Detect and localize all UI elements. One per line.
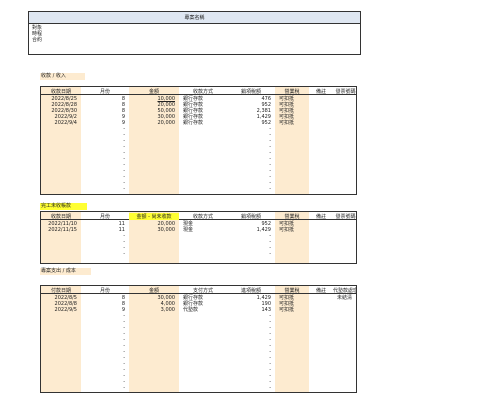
expense-header-row: 付款日期 月份 金額 支付方式 進項稅額 營業稅 備註 代墊款處理 xyxy=(41,286,356,294)
income-cell-method: 銀行存款 xyxy=(183,120,204,126)
income-header-cell: 備註 xyxy=(315,89,326,95)
unbilled-cell-amount: 30,000 xyxy=(157,227,176,233)
expense-header-cell: 付款日期 xyxy=(50,288,71,294)
income-empty-dash: - xyxy=(123,186,125,192)
expense-header-cell: 金額 xyxy=(148,288,159,294)
expense-empty-dash: - xyxy=(123,385,125,391)
unbilled-cell-date: 2022/11/15 xyxy=(48,227,77,233)
income-header-cell: 收款方式 xyxy=(192,89,213,95)
expense-cell-invoice: 未結清 xyxy=(337,295,353,301)
unbilled-cell-method: 現金 xyxy=(183,227,194,233)
unbilled-cell-vat: 可扣抵 xyxy=(279,227,295,233)
unbilled-header-cell: 收款日期 xyxy=(50,214,71,220)
unbilled-header-cell: 銷項稅額 xyxy=(240,214,261,220)
income-header-cell: 銷項稅額 xyxy=(240,89,261,95)
project-title: 專案名稱 xyxy=(29,12,360,24)
income-header-row: 收款日期 月份 金額 收款方式 銷項稅額 營業稅 備註 發票號碼 xyxy=(41,87,356,95)
income-section-label: 收款 / 收入 xyxy=(40,73,85,80)
expense-cell-vat: 可扣抵 xyxy=(279,307,295,313)
income-header-cell: 金額 xyxy=(148,89,159,95)
expense-header-cell: 支付方式 xyxy=(192,288,213,294)
project-contract-label: 合約 xyxy=(32,37,43,43)
unbilled-header-row: 收款日期 月份 金額 - 尚未收款 收款方式 銷項稅額 營業稅 備註 發票號碼 xyxy=(41,212,356,220)
unbilled-header-cell: 營業稅 xyxy=(284,214,300,220)
expense-table: 付款日期 月份 金額 支付方式 進項稅額 營業稅 備註 代墊款處理 2022/8/5 8 30,00… xyxy=(40,285,357,393)
expense-section-label: 專案支出 / 成本 xyxy=(40,268,91,275)
unbilled-section-label: 完工未收帳款 xyxy=(40,203,87,210)
expense-cell-amount: 3,000 xyxy=(160,307,175,313)
expense-cell-method: 代墊款 xyxy=(183,307,199,313)
income-header-cell: 營業稅 xyxy=(284,89,300,95)
unbilled-header-cell: 月份 xyxy=(99,214,110,220)
income-cell-vat: 可扣抵 xyxy=(279,120,295,126)
income-empty-dash: - xyxy=(269,186,271,192)
unbilled-empty-dash: - xyxy=(269,251,271,257)
income-table: 收款日期 月份 金額 收款方式 銷項稅額 營業稅 備註 發票號碼 2022/8/25 8 10,00… xyxy=(40,86,357,195)
unbilled-header-cell: 收款方式 xyxy=(192,214,213,220)
income-cell-date: 2022/9/4 xyxy=(54,120,77,126)
income-header-cell: 月份 xyxy=(99,89,110,95)
project-header-box: 專案名稱 對象 時程 合約 xyxy=(28,11,361,55)
expense-header-cell: 月份 xyxy=(99,288,110,294)
income-cell-amount: 20,000 xyxy=(157,120,176,126)
expense-header-cell: 備註 xyxy=(315,288,326,294)
income-header-cell: 收款日期 xyxy=(50,89,71,95)
expense-header-cell: 營業稅 xyxy=(284,288,300,294)
expense-cell-date: 2022/9/5 xyxy=(54,307,77,313)
expense-header-cell: 進項稅額 xyxy=(240,288,261,294)
expense-header-cell: 代墊款處理 xyxy=(333,288,357,294)
unbilled-table: 收款日期 月份 金額 - 尚未收款 收款方式 銷項稅額 營業稅 備註 發票號碼 2022/11/… xyxy=(40,211,357,264)
unbilled-header-cell: 金額 - 尚未收款 xyxy=(129,213,179,220)
unbilled-header-cell: 備註 xyxy=(315,214,326,220)
income-header-cell: 發票號碼 xyxy=(335,89,356,95)
unbilled-empty-dash: - xyxy=(123,251,125,257)
unbilled-header-cell: 發票號碼 xyxy=(335,214,356,220)
expense-empty-dash: - xyxy=(269,385,271,391)
